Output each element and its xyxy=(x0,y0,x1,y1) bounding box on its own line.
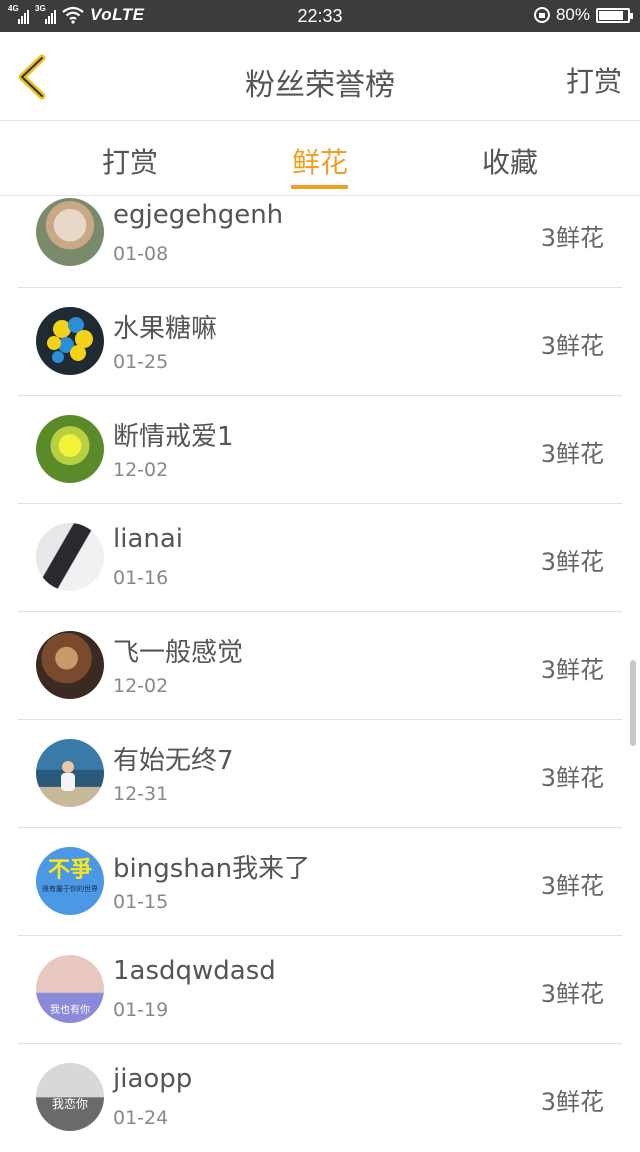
battery-percent: 80% xyxy=(555,5,590,24)
avatar-text: 不爭 xyxy=(47,858,92,883)
avatar: 不爭 很有屬于你的世界 xyxy=(36,847,104,915)
avatar: 我也有你 xyxy=(36,955,104,1023)
date: 12-02 xyxy=(113,675,169,697)
flower-count: 3鲜花 xyxy=(540,980,604,1008)
avatar-text: 我也有你 xyxy=(50,1005,90,1016)
rotation-lock-icon xyxy=(533,7,550,23)
tab-favorites[interactable]: 收藏 xyxy=(450,141,570,181)
list-item[interactable]: lianai 01-16 3鲜花 xyxy=(18,504,622,612)
user-name: bingshan我来了 xyxy=(113,854,311,884)
tab-bar: 打赏 鲜花 收藏 xyxy=(0,121,640,196)
user-name: lianai xyxy=(113,524,184,554)
list-item[interactable]: 我也有你 1asdqwdasd 01-19 3鲜花 xyxy=(18,936,622,1044)
avatar xyxy=(36,523,104,591)
scrollbar[interactable] xyxy=(630,660,636,746)
user-name: 1asdqwdasd xyxy=(113,956,276,986)
avatar xyxy=(36,415,104,483)
avatar xyxy=(36,198,104,266)
list-item[interactable]: 我恋你 jiaopp 01-24 3鲜花 xyxy=(18,1044,622,1152)
flower-count: 3鲜花 xyxy=(540,656,604,684)
date: 01-08 xyxy=(113,243,169,265)
list-item[interactable]: 断情戒爱1 12-02 3鲜花 xyxy=(18,396,622,504)
user-name: jiaopp xyxy=(113,1064,193,1094)
avatar xyxy=(36,307,104,375)
reward-button[interactable]: 打赏 xyxy=(566,60,622,100)
date: 12-31 xyxy=(113,783,169,805)
user-name: 飞一般感觉 xyxy=(113,638,244,668)
date: 01-24 xyxy=(113,1107,169,1129)
avatar: 我恋你 xyxy=(36,1063,104,1131)
date: 01-16 xyxy=(113,567,169,589)
flower-count: 3鲜花 xyxy=(540,764,604,792)
battery-fill xyxy=(599,10,623,20)
list-item[interactable]: 有始无终7 12-31 3鲜花 xyxy=(18,720,622,828)
tab-reward[interactable]: 打赏 xyxy=(70,141,190,181)
date: 01-15 xyxy=(113,891,169,913)
list-item[interactable]: 飞一般感觉 12-02 3鲜花 xyxy=(18,612,622,720)
date: 12-02 xyxy=(113,459,169,481)
user-name: egjegehgenh xyxy=(113,200,284,230)
balloons-image xyxy=(47,317,93,363)
flower-count: 3鲜花 xyxy=(540,1088,604,1116)
tab-flowers[interactable]: 鲜花 xyxy=(260,141,380,181)
flower-count: 3鲜花 xyxy=(540,440,604,468)
avatar-text: 我恋你 xyxy=(51,1097,88,1111)
page-title: 粉丝荣誉榜 xyxy=(245,68,395,103)
user-name: 水果糖嘛 xyxy=(113,314,218,344)
battery-icon xyxy=(596,7,633,23)
avatar xyxy=(36,631,104,699)
flower-count: 3鲜花 xyxy=(540,332,604,360)
fan-list: egjegehgenh 01-08 3鲜花 水果糖嘛 01-25 3鲜花 断情戒… xyxy=(18,196,622,1152)
list-item[interactable]: 水果糖嘛 01-25 3鲜花 xyxy=(18,288,622,396)
date: 01-19 xyxy=(113,999,169,1021)
user-name: 有始无终7 xyxy=(113,746,234,776)
flower-count: 3鲜花 xyxy=(540,548,604,576)
status-bar: 4G 3G VoLTE 22:33 80% xyxy=(0,0,640,32)
user-name: 断情戒爱1 xyxy=(113,422,234,452)
avatar-subtext: 很有屬于你的世界 xyxy=(42,885,98,893)
date: 01-25 xyxy=(113,351,169,373)
header: 粉丝荣誉榜 打赏 xyxy=(0,32,640,121)
person-image xyxy=(61,761,75,791)
flower-count: 3鲜花 xyxy=(540,872,604,900)
active-tab-indicator xyxy=(291,185,348,189)
flower-count: 3鲜花 xyxy=(540,224,604,252)
list-item[interactable]: egjegehgenh 01-08 3鲜花 xyxy=(18,196,622,288)
avatar xyxy=(36,739,104,807)
list-item[interactable]: 不爭 很有屬于你的世界 bingshan我来了 01-15 3鲜花 xyxy=(18,828,622,936)
